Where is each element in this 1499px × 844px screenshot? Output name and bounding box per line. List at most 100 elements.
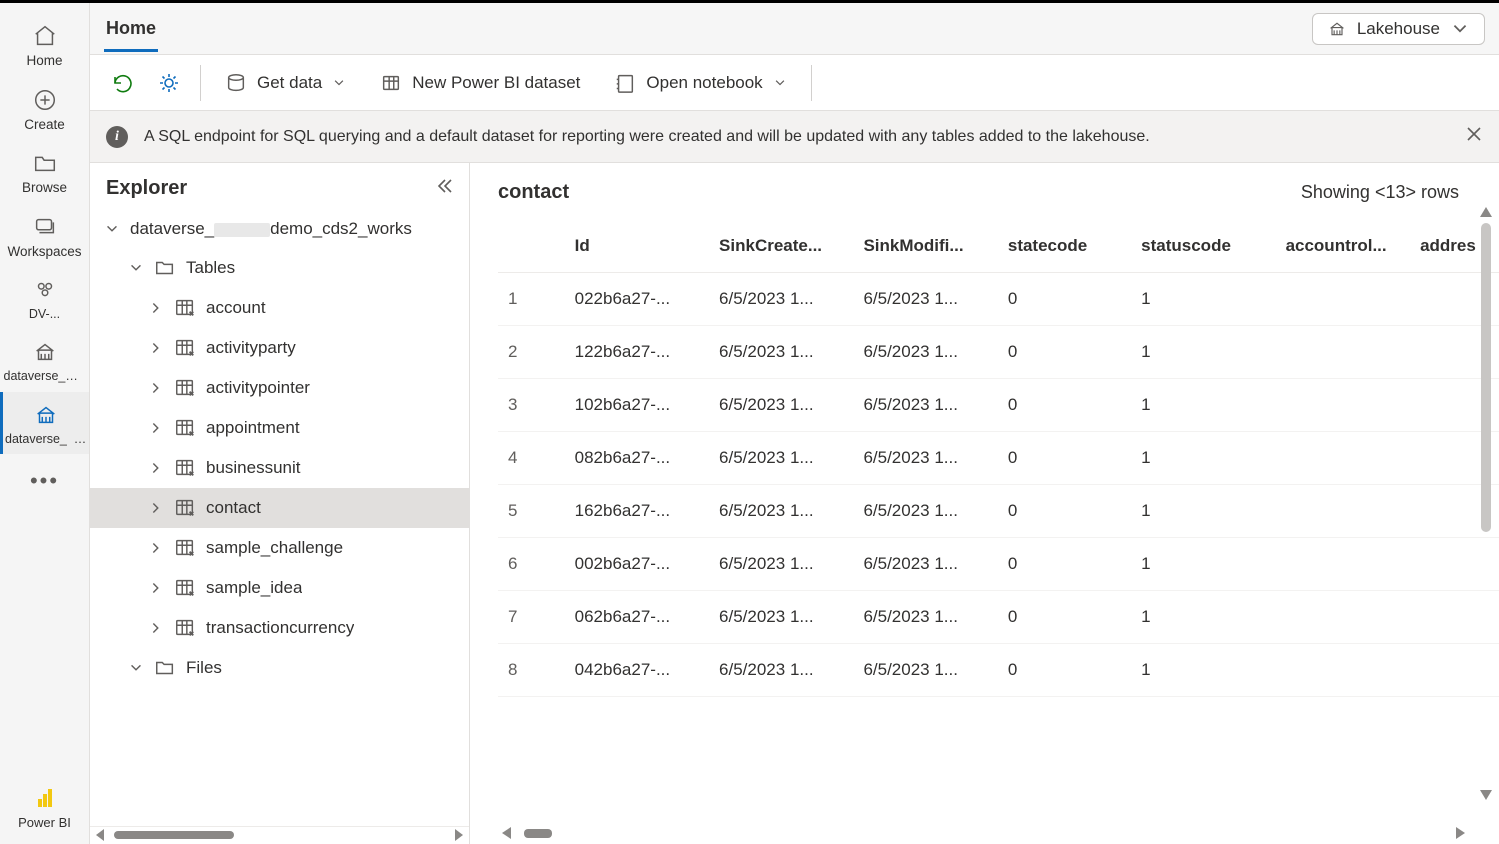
column-header[interactable]: statuscode xyxy=(1131,220,1275,273)
notebook-icon xyxy=(614,72,636,94)
chevron-double-left-icon xyxy=(435,177,453,195)
tree-table-item[interactable]: activityparty xyxy=(90,328,469,368)
chevron-down-icon xyxy=(128,660,144,676)
settings-button[interactable] xyxy=(152,66,186,100)
info-bar-close[interactable] xyxy=(1465,125,1483,148)
nav-browse[interactable]: Browse xyxy=(0,140,89,204)
tree-table-item[interactable]: sample_challenge xyxy=(90,528,469,568)
table-cell: 1 xyxy=(1131,591,1275,644)
table-cell: 6/5/2023 1... xyxy=(853,538,997,591)
table-cell: 162b6a27-... xyxy=(565,485,709,538)
table-cell: 6/5/2023 1... xyxy=(853,273,997,326)
tree-table-item[interactable]: account xyxy=(90,288,469,328)
table-cell: 0 xyxy=(998,379,1131,432)
tree-table-item[interactable]: contact xyxy=(90,488,469,528)
nav-lakehouse-1[interactable]: dataverse_milindavdem... xyxy=(0,329,89,391)
nav-home[interactable]: Home xyxy=(0,13,89,77)
explorer-hscrollbar[interactable] xyxy=(90,826,469,844)
table-cell: 6/5/2023 1... xyxy=(709,538,853,591)
get-data-label: Get data xyxy=(257,73,322,93)
tree-files-folder[interactable]: Files xyxy=(90,648,469,688)
table-icon xyxy=(174,297,196,319)
tree-files-label: Files xyxy=(186,658,222,678)
table-cell: 0 xyxy=(998,538,1131,591)
table-icon xyxy=(174,377,196,399)
powerbi-icon xyxy=(32,785,58,811)
tree-table-item[interactable]: transactioncurrency xyxy=(90,608,469,648)
table-cell: 1 xyxy=(1131,326,1275,379)
chevron-right-icon xyxy=(148,380,164,396)
table-cell xyxy=(1276,379,1411,432)
nav-lakehouse-2-label: dataverse_ l... xyxy=(5,432,87,446)
table-cell: 1 xyxy=(1131,644,1275,697)
table-cell: 122b6a27-... xyxy=(565,326,709,379)
table-cell: 6/5/2023 1... xyxy=(709,379,853,432)
table-cell: 6/5/2023 1... xyxy=(853,644,997,697)
column-header[interactable]: Id xyxy=(565,220,709,273)
table-cell: 6/5/2023 1... xyxy=(853,432,997,485)
table-cell: 1 xyxy=(1131,273,1275,326)
nav-more[interactable]: ••• xyxy=(30,460,59,502)
table-cell xyxy=(1276,485,1411,538)
explorer-title: Explorer xyxy=(106,177,187,200)
table-cell: 062b6a27-... xyxy=(565,591,709,644)
column-header[interactable]: SinkModifi... xyxy=(853,220,997,273)
table-icon xyxy=(174,577,196,599)
table-cell: 6/5/2023 1... xyxy=(709,485,853,538)
nav-powerbi[interactable]: Power BI xyxy=(18,785,71,844)
tree-root-label: dataverse_demo_cds2_works xyxy=(130,219,412,239)
chevron-down-icon xyxy=(1450,19,1470,39)
nav-powerbi-label: Power BI xyxy=(18,815,71,830)
table-row[interactable]: 7062b6a27-...6/5/2023 1...6/5/2023 1...0… xyxy=(498,591,1499,644)
nav-workspace-dv[interactable]: DV-... xyxy=(0,267,89,329)
nav-create[interactable]: Create xyxy=(0,77,89,141)
table-cell: 3 xyxy=(498,379,565,432)
tree-table-item[interactable]: sample_idea xyxy=(90,568,469,608)
close-icon xyxy=(1465,125,1483,143)
table-row[interactable]: 6002b6a27-...6/5/2023 1...6/5/2023 1...0… xyxy=(498,538,1499,591)
tree-table-item[interactable]: businessunit xyxy=(90,448,469,488)
table-row[interactable]: 3102b6a27-...6/5/2023 1...6/5/2023 1...0… xyxy=(498,379,1499,432)
tree-table-label: activitypointer xyxy=(206,378,310,398)
table-row[interactable]: 8042b6a27-...6/5/2023 1...6/5/2023 1...0… xyxy=(498,644,1499,697)
table-cell: 6/5/2023 1... xyxy=(709,644,853,697)
tree-table-label: appointment xyxy=(206,418,300,438)
nav-lakehouse-2[interactable]: dataverse_ l... xyxy=(0,392,89,454)
table-row[interactable]: 4082b6a27-...6/5/2023 1...6/5/2023 1...0… xyxy=(498,432,1499,485)
tree-table-label: sample_challenge xyxy=(206,538,343,558)
refresh-button[interactable] xyxy=(104,66,138,100)
explorer-panel: Explorer dataverse_demo_cds2_works xyxy=(90,163,470,844)
tree-tables-folder[interactable]: Tables xyxy=(90,248,469,288)
table-cell: 6/5/2023 1... xyxy=(709,591,853,644)
tree-table-label: contact xyxy=(206,498,261,518)
info-bar: i A SQL endpoint for SQL querying and a … xyxy=(90,111,1499,163)
table-row[interactable]: 5162b6a27-...6/5/2023 1...6/5/2023 1...0… xyxy=(498,485,1499,538)
table-cell: 082b6a27-... xyxy=(565,432,709,485)
nav-workspaces[interactable]: Workspaces xyxy=(0,204,89,268)
new-dataset-button[interactable]: New Power BI dataset xyxy=(370,66,590,100)
table-row[interactable]: 2122b6a27-...6/5/2023 1...6/5/2023 1...0… xyxy=(498,326,1499,379)
plus-circle-icon xyxy=(32,87,58,113)
column-header[interactable]: accountrol... xyxy=(1276,220,1411,273)
dataview-vscrollbar[interactable] xyxy=(1481,223,1491,784)
column-header[interactable]: SinkCreate... xyxy=(709,220,853,273)
tree-table-item[interactable]: appointment xyxy=(90,408,469,448)
table-cell: 7 xyxy=(498,591,565,644)
column-header[interactable]: statecode xyxy=(998,220,1131,273)
table-icon xyxy=(174,497,196,519)
tree-root[interactable]: dataverse_demo_cds2_works xyxy=(90,210,469,248)
toolbar: Get data New Power BI dataset Open noteb… xyxy=(90,55,1499,111)
explorer-collapse[interactable] xyxy=(435,177,453,200)
get-data-button[interactable]: Get data xyxy=(215,66,356,100)
dataview-hscrollbar[interactable] xyxy=(498,824,1469,844)
mode-switcher[interactable]: Lakehouse xyxy=(1312,13,1485,45)
nav-workspaces-label: Workspaces xyxy=(7,244,81,260)
chevron-down-icon xyxy=(773,76,787,90)
open-notebook-button[interactable]: Open notebook xyxy=(604,66,796,100)
table-cell: 022b6a27-... xyxy=(565,273,709,326)
tree-table-item[interactable]: activitypointer xyxy=(90,368,469,408)
lakehouse-icon xyxy=(32,339,58,365)
tree-table-label: businessunit xyxy=(206,458,301,478)
data-view: contact Showing <13> rows IdSinkCreate..… xyxy=(470,163,1499,844)
table-row[interactable]: 1022b6a27-...6/5/2023 1...6/5/2023 1...0… xyxy=(498,273,1499,326)
